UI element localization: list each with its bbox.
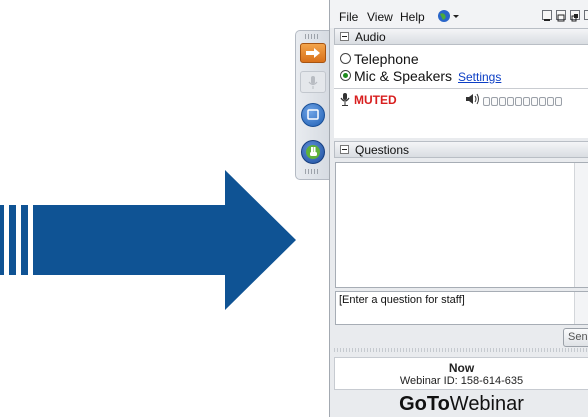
mute-status: MUTED [354,93,397,107]
collapse-icon[interactable] [340,32,349,41]
restore-button[interactable] [556,10,566,22]
grab-tab-bottom-grip[interactable] [305,169,320,174]
raise-hand-icon [306,145,320,159]
menu-help[interactable]: Help [400,10,425,24]
level-cell [555,97,562,106]
right-arrow-graphic [0,170,296,310]
level-cell [531,97,538,106]
minimize-icon [544,19,550,21]
audio-settings-link[interactable]: Settings [458,70,501,84]
level-cell [507,97,514,106]
mic-speakers-label[interactable]: Mic & Speakers [354,68,452,84]
questions-section-header[interactable]: Questions [334,141,588,158]
popout-button[interactable] [570,10,580,22]
screen-icon [307,109,319,120]
questions-section-title: Questions [355,143,410,157]
microphone-icon [308,76,318,89]
grab-tab-toolbar [295,30,329,180]
question-input-scrollbar[interactable] [574,292,588,324]
level-cell [515,97,522,106]
language-globe-dropdown[interactable] [437,9,461,23]
telephone-radio[interactable] [340,53,351,64]
audio-section-header[interactable]: Audio [334,28,588,45]
screen-view-button[interactable] [301,103,325,127]
questions-panel: [Enter a question for staff] Send [334,160,588,390]
microphone-icon[interactable] [339,93,351,106]
arrow-right-icon [306,48,320,58]
audio-level-meter [483,95,563,109]
restore-icon [557,14,565,22]
raise-hand-button[interactable] [301,140,325,164]
session-name: Now [448,361,475,375]
level-cell [539,97,546,106]
question-input[interactable]: [Enter a question for staff] [335,291,588,325]
menu-bar: File View Help [330,0,588,28]
menu-view[interactable]: View [367,10,393,24]
send-button-label: Send [568,331,588,343]
close-button[interactable] [584,10,588,20]
audio-section-title: Audio [355,30,386,44]
popout-icon [571,14,578,22]
questions-log-scrollbar[interactable] [574,163,588,287]
menu-file[interactable]: File [339,10,358,24]
level-cell [523,97,530,106]
webinar-id: Webinar ID: 158-614-635 [399,375,524,387]
session-info: Now Webinar ID: 158-614-635 [334,357,588,390]
level-cell [491,97,498,106]
grab-tab-top-grip[interactable] [305,34,320,39]
level-cell [499,97,506,106]
gotowebinar-control-panel: File View Help Audio Telephone Mic & Spe… [329,0,588,417]
mic-speakers-radio[interactable] [340,70,351,81]
gotowebinar-logo: GoToWebinar [399,393,524,415]
collapse-icon[interactable] [340,145,349,154]
minimize-button[interactable] [542,10,552,21]
show-hide-panel-button[interactable] [300,43,326,63]
telephone-label[interactable]: Telephone [354,51,419,67]
level-cell [483,97,490,106]
questions-log[interactable] [335,162,588,288]
audio-divider [334,88,588,89]
level-cell [547,97,554,106]
speaker-icon [466,93,479,105]
send-button[interactable]: Send [563,328,588,347]
question-input-placeholder: [Enter a question for staff] [339,294,465,306]
mic-button[interactable] [300,71,326,93]
audio-panel: Telephone Mic & Speakers Settings MUTED [334,45,588,138]
panel-resize-grip[interactable] [334,348,588,352]
